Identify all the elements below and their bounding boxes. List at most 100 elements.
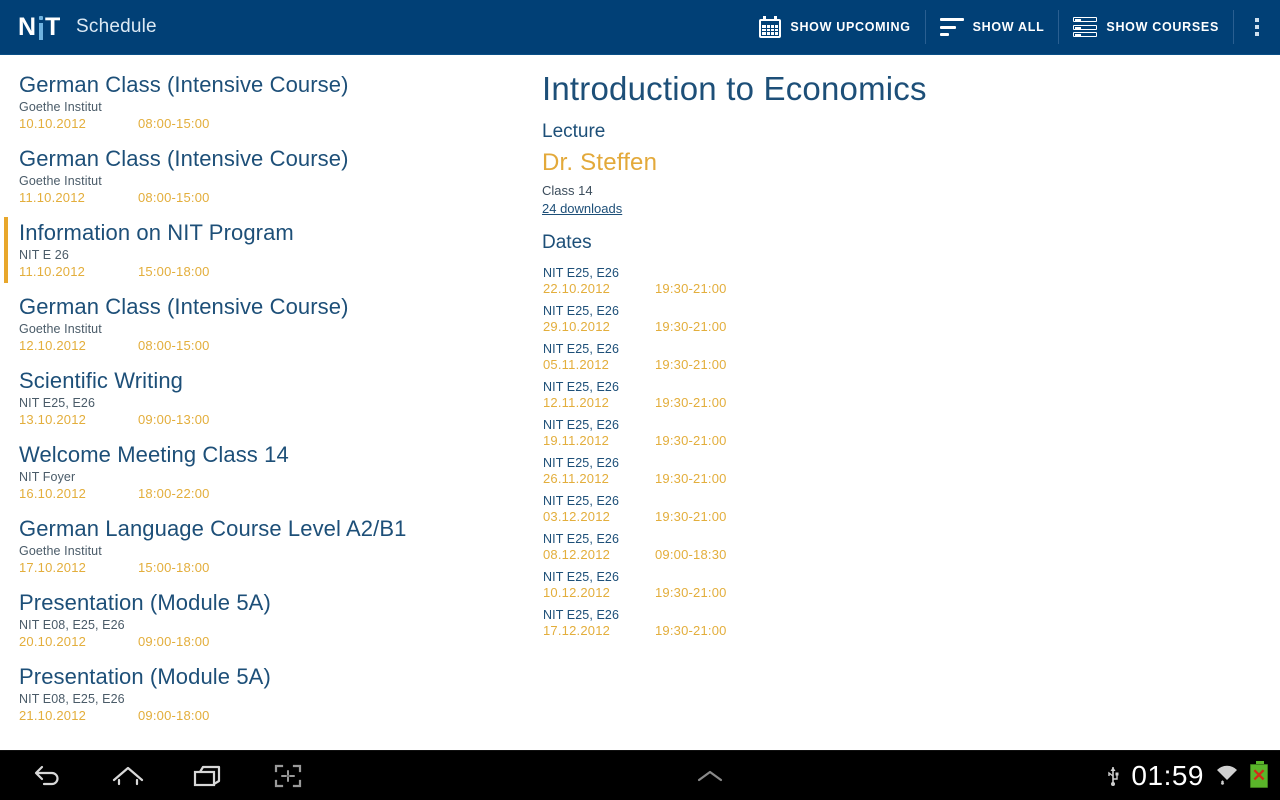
action-bar: N T Schedule SHOW UPCOMING SHOW ALL SHOW… (0, 0, 1280, 55)
show-upcoming-button[interactable]: SHOW UPCOMING (745, 0, 924, 55)
expand-notifications-button[interactable] (314, 766, 1105, 786)
date-item[interactable]: NIT E25, E26 05.11.2012 19:30-21:00 (542, 342, 1256, 372)
content-area: German Class (Intensive Course) Goethe I… (0, 55, 1280, 750)
show-courses-button[interactable]: SHOW COURSES (1059, 0, 1233, 55)
course-type: Lecture (542, 120, 606, 142)
date-when: 10.12.2012 19:30-21:00 (543, 585, 1256, 600)
battery-error-icon: ✕ (1250, 760, 1268, 788)
date-when: 22.10.2012 19:30-21:00 (543, 281, 1256, 296)
event-time: 18:00-22:00 (138, 485, 210, 501)
event-venue: Goethe Institut (19, 173, 102, 188)
date-venue: NIT E25, E26 (543, 493, 620, 508)
date-item[interactable]: NIT E25, E26 22.10.2012 19:30-21:00 (542, 266, 1256, 296)
event-venue: Goethe Institut (19, 543, 102, 558)
list-item[interactable]: Presentation (Module 5A) NIT E08, E25, E… (0, 657, 520, 731)
app-logo[interactable]: N T Schedule (0, 14, 157, 40)
date-item[interactable]: NIT E25, E26 10.12.2012 19:30-21:00 (542, 570, 1256, 600)
downloads-link[interactable]: 24 downloads (542, 201, 622, 216)
status-icons[interactable]: 01:59 ✕ (1105, 760, 1280, 792)
event-time: 15:00-18:00 (138, 559, 210, 575)
date-time: 19:30-21:00 (655, 280, 727, 296)
screenshot-icon[interactable] (262, 753, 314, 799)
date-item[interactable]: NIT E25, E26 29.10.2012 19:30-21:00 (542, 304, 1256, 334)
list-item[interactable]: Welcome Meeting Class 14 NIT Foyer 16.10… (0, 435, 520, 509)
list-item[interactable]: German Class (Intensive Course) Goethe I… (0, 139, 520, 213)
date-item[interactable]: NIT E25, E26 08.12.2012 09:00-18:30 (542, 532, 1256, 562)
event-date: 17.10.2012 (19, 559, 87, 575)
event-title: German Language Course Level A2/B1 (19, 515, 407, 541)
date-when: 29.10.2012 19:30-21:00 (543, 319, 1256, 334)
chevron-up-icon (697, 770, 722, 781)
show-courses-label: SHOW COURSES (1106, 20, 1219, 34)
back-icon[interactable] (22, 753, 74, 799)
list-item[interactable]: German Class (Intensive Course) Goethe I… (0, 65, 520, 139)
app-screen: N T Schedule SHOW UPCOMING SHOW ALL SHOW… (0, 0, 1280, 800)
date-value: 10.12.2012 (543, 584, 611, 600)
show-all-button[interactable]: SHOW ALL (926, 0, 1059, 55)
list-item[interactable]: German Class (Intensive Course) Goethe I… (0, 287, 520, 361)
event-title: German Class (Intensive Course) (19, 72, 349, 97)
logo-letter-i-stem (39, 23, 43, 40)
event-date: 10.10.2012 (19, 115, 87, 131)
event-time: 09:00-18:00 (138, 633, 210, 649)
date-time: 19:30-21:00 (655, 356, 727, 372)
date-item[interactable]: NIT E25, E26 26.11.2012 19:30-21:00 (542, 456, 1256, 486)
date-value: 29.10.2012 (543, 318, 611, 334)
date-value: 22.10.2012 (543, 280, 611, 296)
event-time: 08:00-15:00 (138, 189, 210, 205)
event-date: 11.10.2012 (19, 189, 86, 205)
event-title: Presentation (Module 5A) (19, 663, 271, 689)
date-venue: NIT E25, E26 (543, 455, 620, 470)
event-date: 16.10.2012 (19, 485, 87, 501)
event-title: Presentation (Module 5A) (19, 589, 271, 615)
usb-icon (1108, 766, 1119, 786)
event-time: 09:00-13:00 (138, 411, 210, 427)
date-venue: NIT E25, E26 (543, 531, 620, 546)
overflow-menu-icon[interactable] (1234, 0, 1280, 55)
event-time: 08:00-15:00 (138, 115, 210, 131)
date-time: 19:30-21:00 (655, 394, 727, 410)
date-when: 26.11.2012 19:30-21:00 (543, 471, 1256, 486)
event-date: 11.10.2012 (19, 263, 86, 279)
wifi-icon (1217, 765, 1237, 785)
date-time: 19:30-21:00 (655, 470, 727, 486)
date-venue: NIT E25, E26 (543, 417, 620, 432)
list-item-selected[interactable]: Information on NIT Program NIT E 26 11.1… (0, 213, 520, 287)
action-bar-actions: SHOW UPCOMING SHOW ALL SHOW COURSES (745, 0, 1280, 55)
date-value: 17.12.2012 (543, 622, 611, 638)
date-time: 19:30-21:00 (655, 432, 727, 448)
show-all-label: SHOW ALL (972, 20, 1045, 34)
event-when: 12.10.2012 08:00-15:00 (19, 338, 506, 353)
event-venue: NIT E08, E25, E26 (19, 617, 125, 632)
list-item[interactable]: Presentation (Module 5A) NIT E08, E25, E… (0, 583, 520, 657)
event-venue: NIT E 26 (19, 247, 69, 262)
navigation-buttons (0, 753, 314, 799)
home-icon[interactable] (102, 753, 154, 799)
date-time: 19:30-21:00 (655, 584, 727, 600)
recents-icon[interactable] (182, 753, 234, 799)
event-title: German Class (Intensive Course) (19, 293, 349, 319)
schedule-list[interactable]: German Class (Intensive Course) Goethe I… (0, 55, 520, 750)
calendar-icon (759, 16, 782, 38)
event-when: 11.10.2012 08:00-15:00 (19, 190, 506, 205)
event-title: Scientific Writing (19, 367, 183, 393)
show-upcoming-label: SHOW UPCOMING (790, 20, 911, 34)
list-item[interactable]: Scientific Writing NIT E25, E26 13.10.20… (0, 361, 520, 435)
date-item[interactable]: NIT E25, E26 17.12.2012 19:30-21:00 (542, 608, 1256, 638)
list-icon (1073, 17, 1098, 37)
date-venue: NIT E25, E26 (543, 303, 620, 318)
date-item[interactable]: NIT E25, E26 12.11.2012 19:30-21:00 (542, 380, 1256, 410)
event-time: 09:00-18:00 (138, 707, 210, 723)
date-venue: NIT E25, E26 (543, 569, 620, 584)
event-venue: NIT E08, E25, E26 (19, 691, 125, 706)
date-item[interactable]: NIT E25, E26 03.12.2012 19:30-21:00 (542, 494, 1256, 524)
list-item[interactable]: German Language Course Level A2/B1 Goeth… (0, 509, 520, 583)
dates-section-title: Dates (542, 231, 592, 253)
date-item[interactable]: NIT E25, E26 19.11.2012 19:30-21:00 (542, 418, 1256, 448)
date-time: 19:30-21:00 (655, 508, 727, 524)
clock: 01:59 (1131, 759, 1204, 791)
event-when: 21.10.2012 09:00-18:00 (19, 708, 506, 723)
event-date: 20.10.2012 (19, 633, 87, 649)
date-venue: NIT E25, E26 (543, 607, 620, 622)
event-title: Welcome Meeting Class 14 (19, 441, 289, 467)
